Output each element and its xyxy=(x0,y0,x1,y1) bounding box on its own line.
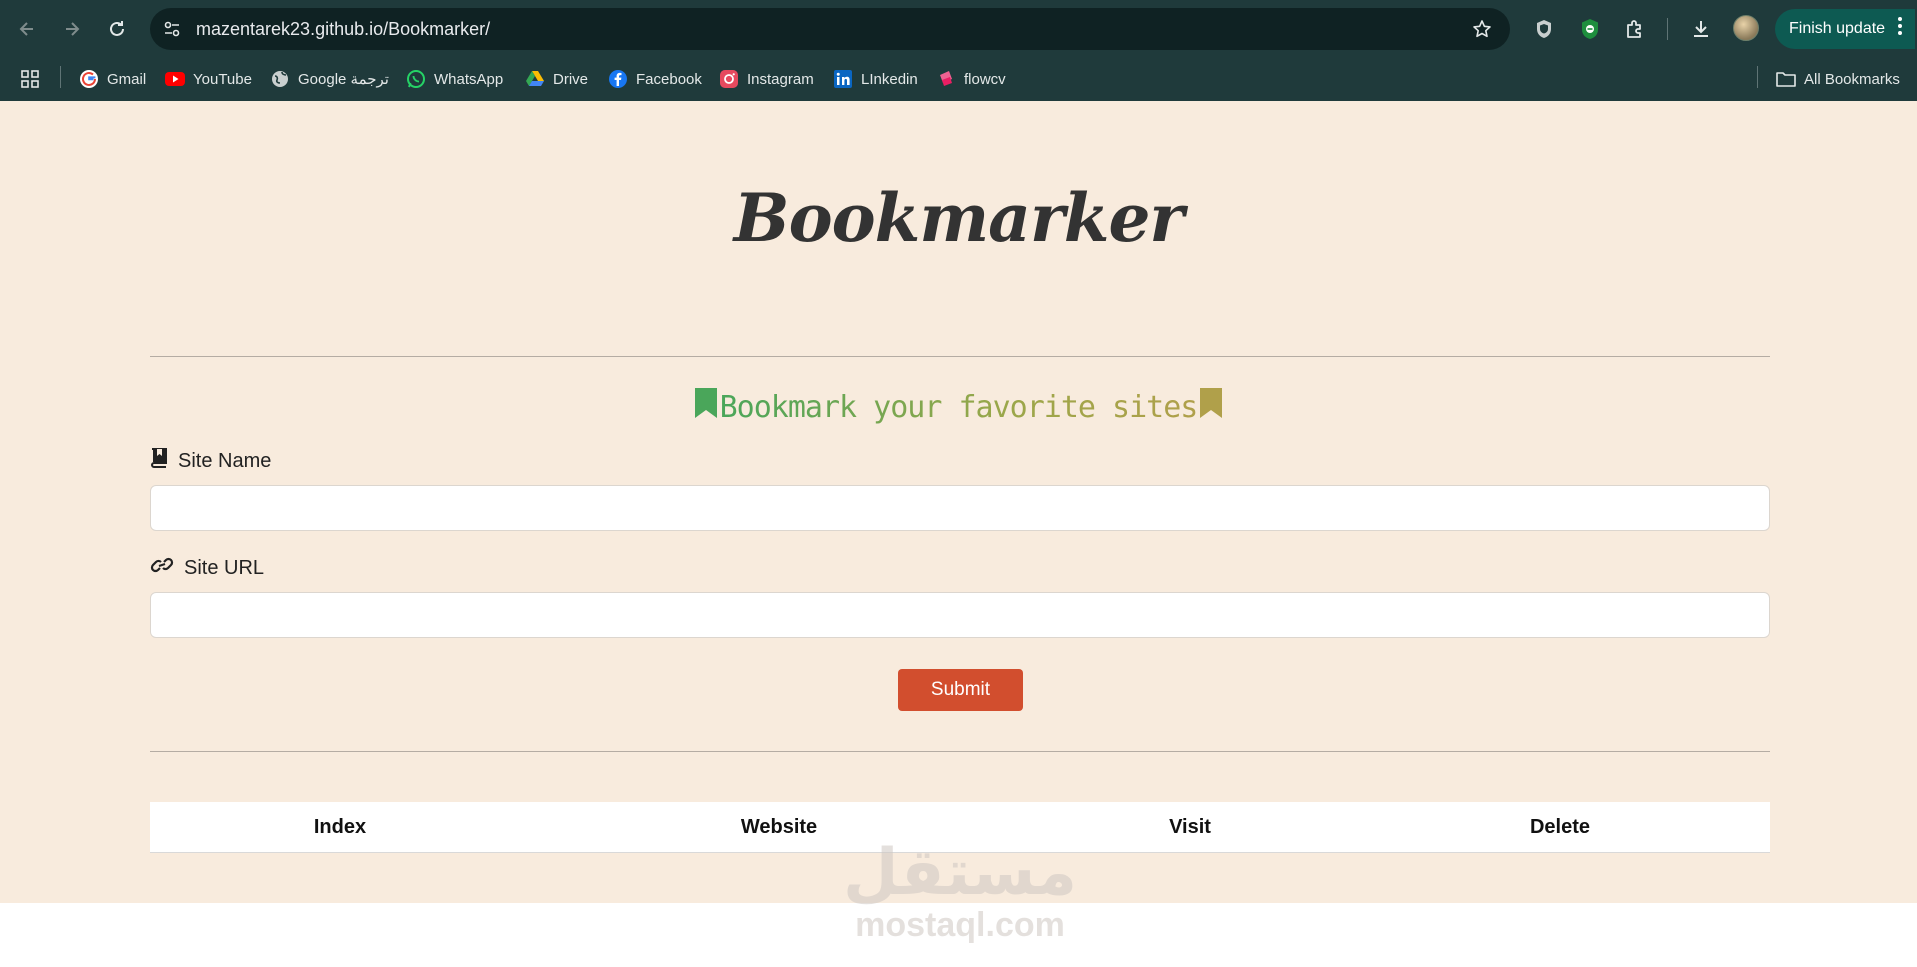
facebook-icon xyxy=(608,69,628,89)
bookmark-star-icon[interactable] xyxy=(1470,17,1494,41)
bookmark-gmail[interactable]: Gmail xyxy=(79,64,146,94)
more-menu-icon[interactable] xyxy=(1897,17,1903,35)
bookmark-instagram[interactable]: Instagram xyxy=(719,64,814,94)
table-header-website: Website xyxy=(740,816,818,838)
site-url-input[interactable] xyxy=(150,592,1770,638)
forward-arrow-icon xyxy=(66,22,80,36)
bookmark-label: Gmail xyxy=(107,70,147,88)
bookmarks-divider xyxy=(1757,66,1758,88)
browser-toolbar: mazentarek23.github.io/Bookmarker/ Finis… xyxy=(0,0,1917,58)
address-bar[interactable]: mazentarek23.github.io/Bookmarker/ xyxy=(150,8,1510,50)
finish-update-label: Finish update xyxy=(1789,20,1886,37)
watermark-arabic: مستقل xyxy=(842,836,1078,910)
submit-button[interactable]: Submit xyxy=(898,669,1023,711)
site-info-icon[interactable] xyxy=(160,17,184,41)
youtube-icon xyxy=(165,69,185,89)
bookmarks-divider xyxy=(60,66,61,88)
toolbar-divider xyxy=(1667,18,1668,40)
book-bookmark-icon xyxy=(150,448,168,474)
apps-grid-button[interactable] xyxy=(20,64,40,94)
bookmark-youtube[interactable]: YouTube xyxy=(165,64,252,94)
site-name-input[interactable] xyxy=(150,485,1770,531)
table-header-visit: Visit xyxy=(1169,816,1211,838)
shield-extension-icon[interactable] xyxy=(1530,15,1558,43)
url-text[interactable]: mazentarek23.github.io/Bookmarker/ xyxy=(196,19,490,40)
whatsapp-icon xyxy=(406,69,426,89)
reload-button[interactable] xyxy=(100,12,134,46)
flowcv-icon xyxy=(936,69,956,89)
apps-grid-icon xyxy=(20,69,40,89)
download-icon[interactable] xyxy=(1687,15,1715,43)
subtitle-text: Bookmark your favorite sites xyxy=(719,389,1199,425)
back-arrow-icon xyxy=(19,22,33,36)
bookmark-label: Facebook xyxy=(636,70,702,88)
top-divider xyxy=(150,356,1770,357)
site-url-label: Site URL xyxy=(150,555,264,581)
extensions-puzzle-icon[interactable] xyxy=(1621,15,1649,43)
folder-icon xyxy=(1776,69,1796,89)
bookmark-linkedin[interactable]: LInkedin xyxy=(833,64,918,94)
all-bookmarks-label: All Bookmarks xyxy=(1804,70,1900,88)
bookmark-whatsapp[interactable]: WhatsApp xyxy=(406,64,503,94)
linkedin-icon xyxy=(833,69,853,89)
browser-chrome: mazentarek23.github.io/Bookmarker/ Finis… xyxy=(0,0,1917,101)
all-bookmarks-button[interactable]: All Bookmarks xyxy=(1776,64,1900,94)
mostaql-watermark: مستقل mostaql.com xyxy=(840,838,1080,942)
bookmark-green-icon xyxy=(694,387,718,427)
back-button[interactable] xyxy=(10,12,44,46)
forward-button[interactable] xyxy=(55,12,89,46)
table-header-delete: Delete xyxy=(1529,816,1591,838)
subtitle: Bookmark your favorite sites xyxy=(0,387,1917,427)
table-header-index: Index xyxy=(313,816,367,838)
drive-icon xyxy=(525,69,545,89)
watermark-latin: mostaql.com xyxy=(855,906,1065,944)
site-name-label: Site Name xyxy=(150,448,271,474)
bookmark-label: YouTube xyxy=(193,70,252,88)
page-title: Bookmarker xyxy=(733,179,1184,257)
bookmark-facebook[interactable]: Facebook xyxy=(608,64,702,94)
site-url-label-text: Site URL xyxy=(184,556,265,579)
profile-avatar[interactable] xyxy=(1733,15,1759,41)
bookmark-label: WhatsApp xyxy=(434,70,504,88)
page-content: Bookmarker Bookmark your favorite sites … xyxy=(0,101,1917,903)
bookmark-label: Instagram xyxy=(747,70,814,88)
instagram-icon xyxy=(719,69,739,89)
bottom-divider xyxy=(150,751,1770,752)
bookmark-google-translate[interactable]: Google ترجمة xyxy=(270,64,389,94)
adblock-extension-icon[interactable] xyxy=(1576,15,1604,43)
bookmark-drive[interactable]: Drive xyxy=(525,64,588,94)
bookmark-label: Google ترجمة xyxy=(298,71,389,88)
gmail-icon xyxy=(79,69,99,89)
bookmarks-bar: Gmail YouTube Google ترجمة WhatsApp Driv… xyxy=(0,58,1917,101)
bookmark-label: flowcv xyxy=(964,70,1006,88)
globe-icon xyxy=(270,69,290,89)
bookmark-flowcv[interactable]: flowcv xyxy=(936,64,1006,94)
reload-icon xyxy=(110,21,124,36)
link-icon xyxy=(150,555,174,581)
bookmark-gold-icon xyxy=(1199,387,1223,427)
bookmark-label: Drive xyxy=(553,70,589,88)
finish-update-button[interactable]: Finish update xyxy=(1775,9,1915,49)
site-name-label-text: Site Name xyxy=(178,449,272,472)
bookmark-label: LInkedin xyxy=(861,70,918,88)
